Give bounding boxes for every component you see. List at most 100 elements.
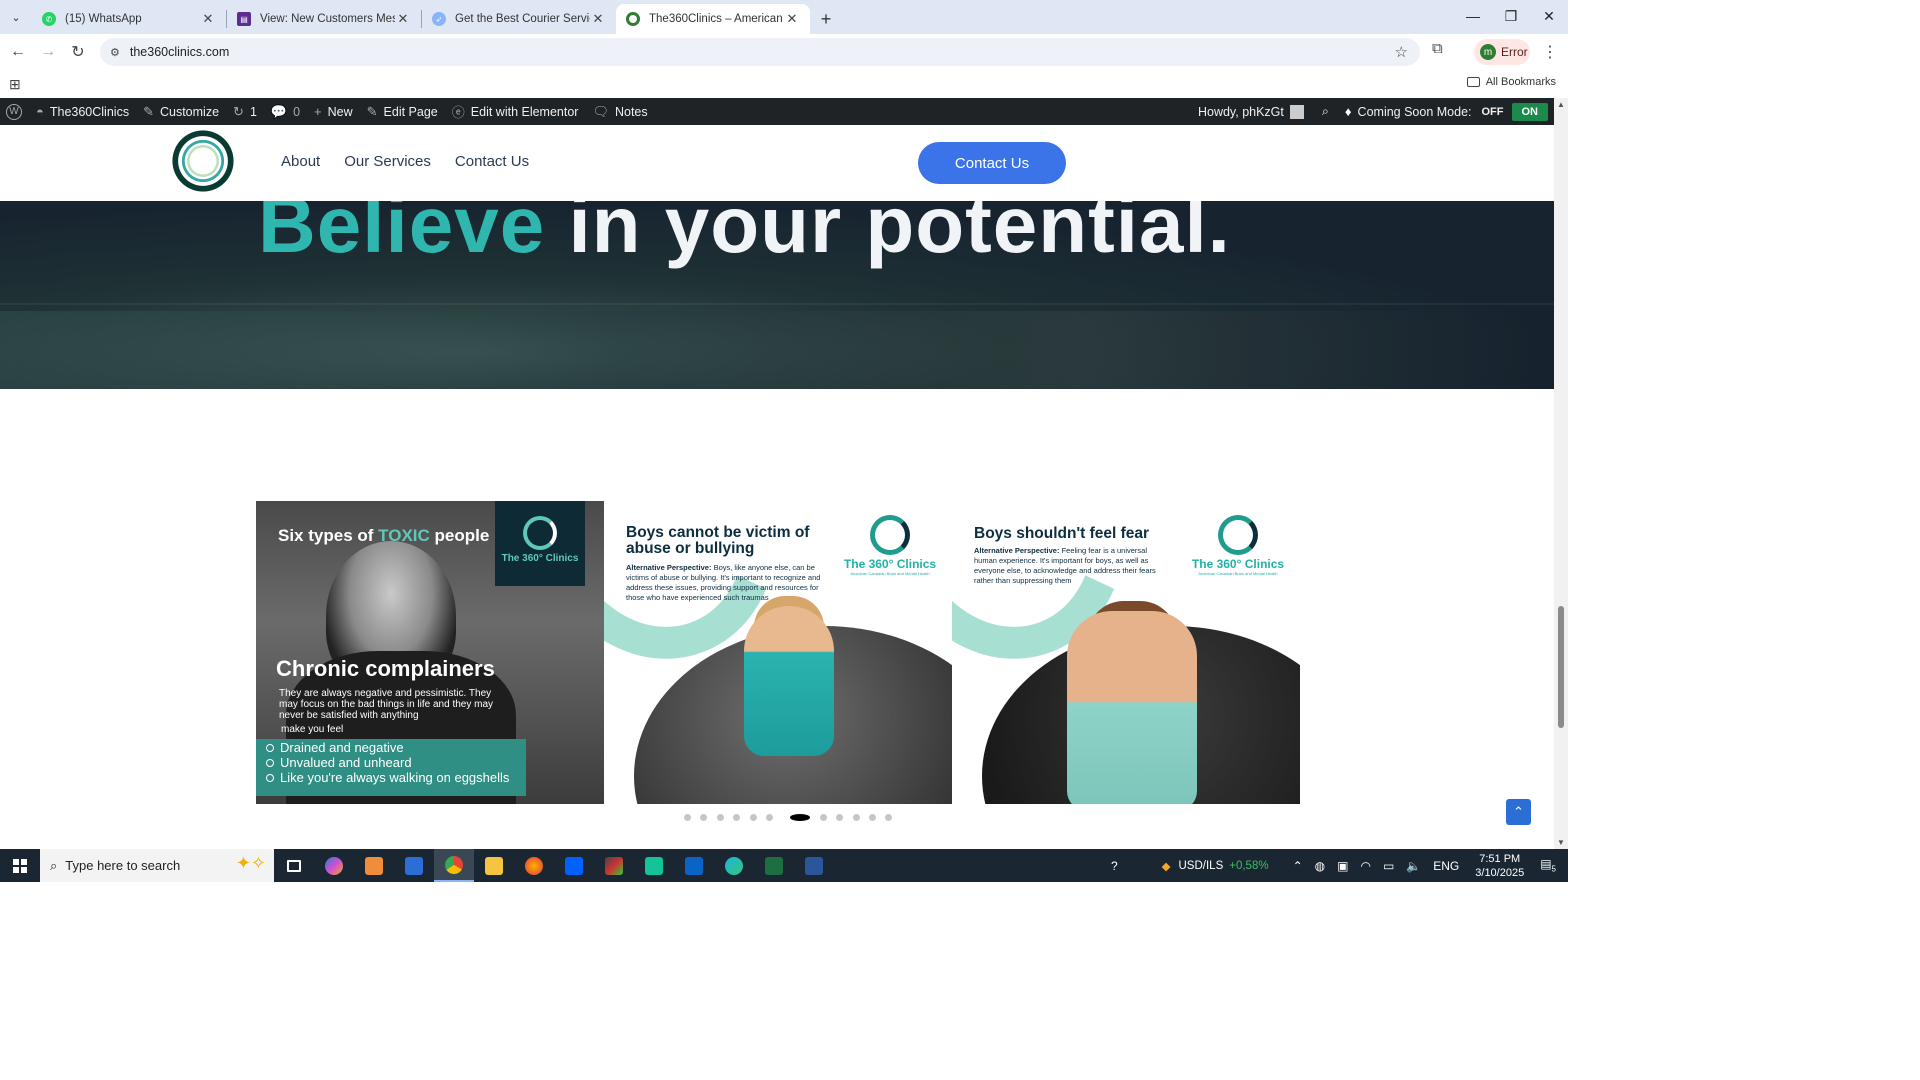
close-tab-icon[interactable]: ✕ bbox=[395, 11, 411, 27]
url-text[interactable]: the360clinics.com bbox=[130, 45, 229, 59]
word-icon[interactable] bbox=[794, 849, 834, 882]
carousel-dot[interactable] bbox=[790, 814, 811, 821]
wp-comments[interactable]: 💬 0 bbox=[271, 104, 300, 120]
scroll-to-top-button[interactable]: ⌃ bbox=[1506, 799, 1531, 825]
off-option[interactable]: OFF bbox=[1482, 106, 1504, 118]
file-explorer-icon[interactable] bbox=[474, 849, 514, 882]
carousel-slide[interactable]: Boys shouldn't feel fear Alternative Per… bbox=[952, 501, 1300, 804]
back-arrow-icon[interactable]: ← bbox=[3, 37, 33, 67]
tab-courier-service[interactable]: ➶ Get the Best Courier Service in ✕ bbox=[422, 4, 616, 34]
chrome-tray-icon[interactable]: ◍ bbox=[1315, 859, 1325, 873]
forward-arrow-icon[interactable]: → bbox=[33, 37, 63, 67]
bookmark-star-icon[interactable]: ☆ bbox=[1395, 43, 1408, 61]
wp-notes[interactable]: 🗨 Notes bbox=[592, 104, 647, 120]
carousel-dot[interactable] bbox=[700, 814, 708, 821]
carousel-slide[interactable]: Boys cannot be victim of abuse or bullyi… bbox=[604, 501, 952, 804]
tab-new-customers[interactable]: ▤ View: New Customers Message ✕ bbox=[227, 4, 421, 34]
extensions-puzzle-icon[interactable]: ⧉ bbox=[1432, 40, 1443, 57]
wp-customize[interactable]: ✎ Customize bbox=[143, 104, 219, 120]
carousel-slide[interactable]: The 360° Clinics Six types of TOXIC peop… bbox=[256, 501, 604, 804]
close-tab-icon[interactable]: ✕ bbox=[590, 11, 606, 27]
nav-about[interactable]: About bbox=[281, 153, 320, 170]
image-carousel[interactable]: The 360° Clinics Six types of TOXIC peop… bbox=[256, 501, 1300, 804]
clinic-logo-icon bbox=[1218, 515, 1258, 555]
wp-account[interactable]: Howdy, phKzGt bbox=[1198, 104, 1304, 119]
start-button[interactable] bbox=[0, 849, 40, 882]
carousel-dot[interactable] bbox=[852, 814, 860, 821]
excel-icon[interactable] bbox=[754, 849, 794, 882]
carousel-dot[interactable] bbox=[836, 814, 844, 821]
apps-grid-icon[interactable]: ⊞ bbox=[9, 76, 21, 93]
comment-icon: 💬 bbox=[270, 103, 288, 119]
wp-new[interactable]: + New bbox=[314, 104, 353, 119]
reload-icon[interactable]: ↻ bbox=[63, 37, 93, 67]
taskbar-clock[interactable]: 7:51 PM 3/10/2025 bbox=[1475, 852, 1524, 880]
carousel-dot[interactable] bbox=[716, 814, 724, 821]
on-option[interactable]: ON bbox=[1511, 102, 1548, 121]
photos-icon[interactable] bbox=[594, 849, 634, 882]
address-bar[interactable]: ⚙ the360clinics.com ☆ bbox=[100, 38, 1420, 66]
volume-icon[interactable]: 🔈 bbox=[1406, 859, 1421, 873]
help-icon[interactable]: ? bbox=[1111, 859, 1118, 873]
store-icon[interactable] bbox=[394, 849, 434, 882]
restore-icon[interactable]: ❐ bbox=[1492, 0, 1530, 32]
scroll-down-arrow-icon[interactable]: ▼ bbox=[1557, 838, 1565, 847]
minimize-icon[interactable]: — bbox=[1454, 0, 1492, 32]
slide-body: They are always negative and pessimistic… bbox=[279, 688, 494, 721]
firefox-icon[interactable] bbox=[514, 849, 554, 882]
new-tab-plus-icon[interactable]: + bbox=[810, 4, 842, 34]
copilot-icon[interactable] bbox=[314, 849, 354, 882]
wp-site-name[interactable]: ◓ The360Clinics bbox=[36, 104, 129, 119]
outlook-icon[interactable] bbox=[674, 849, 714, 882]
nav-contact-us[interactable]: Contact Us bbox=[455, 153, 529, 170]
bullet-item: Like you're always walking on eggshells bbox=[280, 771, 526, 784]
profile-avatar: m bbox=[1480, 44, 1496, 60]
coming-soon-toggle[interactable]: ♦ Coming Soon Mode: OFF ON bbox=[1345, 102, 1548, 121]
tab-the360clinics[interactable]: The360Clinics – American Canad ✕ bbox=[616, 4, 810, 34]
tab-search-chevron-icon[interactable]: ⌄ bbox=[0, 0, 32, 34]
profile-button[interactable]: m Error bbox=[1474, 39, 1530, 65]
carousel-dot[interactable] bbox=[819, 814, 827, 821]
language-indicator[interactable]: ENG bbox=[1433, 859, 1459, 873]
carousel-dot[interactable] bbox=[868, 814, 876, 821]
user-avatar bbox=[1289, 104, 1304, 119]
browser-menu-icon[interactable]: ⋮ bbox=[1542, 42, 1558, 62]
meet-now-icon[interactable]: ▣ bbox=[1337, 859, 1348, 873]
grammarly-icon[interactable] bbox=[634, 849, 674, 882]
scrollbar-thumb[interactable] bbox=[1558, 606, 1564, 728]
wp-updates[interactable]: ↻ 1 bbox=[233, 104, 257, 120]
chrome-icon[interactable] bbox=[434, 849, 474, 882]
contact-us-button[interactable]: Contact Us bbox=[918, 142, 1066, 184]
browser-toolbar: ← → ↻ ⚙ the360clinics.com ☆ ⧉ m Error ⋮ bbox=[0, 34, 1568, 70]
site-info-icon[interactable]: ⚙ bbox=[110, 46, 120, 59]
wp-search-icon[interactable]: ⌕ bbox=[1322, 104, 1329, 119]
carousel-dot[interactable] bbox=[765, 814, 773, 821]
tab-whatsapp[interactable]: ✆ (15) WhatsApp ✕ bbox=[32, 4, 226, 34]
media-player-icon[interactable] bbox=[354, 849, 394, 882]
slide-logo-sub: American Canadian Brain and Mental Healt… bbox=[850, 571, 930, 576]
nav-our-services[interactable]: Our Services bbox=[344, 153, 431, 170]
notifications-icon[interactable]: ▤5 bbox=[1540, 857, 1556, 873]
close-tab-icon[interactable]: ✕ bbox=[784, 11, 800, 27]
battery-icon[interactable]: ▭ bbox=[1383, 859, 1394, 873]
wp-edit-elementor[interactable]: ⓔ Edit with Elementor bbox=[452, 102, 579, 121]
network-icon[interactable]: ◠ bbox=[1360, 859, 1370, 873]
tray-chevron-up-icon[interactable]: ⌃ bbox=[1293, 859, 1303, 873]
edge-icon[interactable] bbox=[714, 849, 754, 882]
wordpress-logo-icon[interactable]: W bbox=[6, 103, 22, 120]
scroll-up-arrow-icon[interactable]: ▲ bbox=[1557, 100, 1565, 109]
all-bookmarks-button[interactable]: All Bookmarks bbox=[1466, 76, 1556, 88]
task-view-icon[interactable] bbox=[274, 849, 314, 882]
site-logo[interactable] bbox=[170, 127, 236, 195]
carousel-dot[interactable] bbox=[684, 814, 691, 821]
taskbar-search[interactable]: ⌕ Type here to search ✦✧ bbox=[40, 849, 274, 882]
carousel-dot[interactable] bbox=[733, 814, 741, 821]
dropbox-icon[interactable] bbox=[554, 849, 594, 882]
close-window-icon[interactable]: ✕ bbox=[1530, 0, 1568, 32]
wp-edit-page[interactable]: ✎ Edit Page bbox=[367, 104, 438, 120]
carousel-dot[interactable] bbox=[885, 814, 893, 821]
close-tab-icon[interactable]: ✕ bbox=[200, 11, 216, 27]
carousel-dot[interactable] bbox=[749, 814, 757, 821]
currency-widget[interactable]: ◆ USD/ILS +0,58% bbox=[1162, 859, 1269, 873]
page-scrollbar[interactable]: ▲ ▼ bbox=[1554, 98, 1568, 849]
